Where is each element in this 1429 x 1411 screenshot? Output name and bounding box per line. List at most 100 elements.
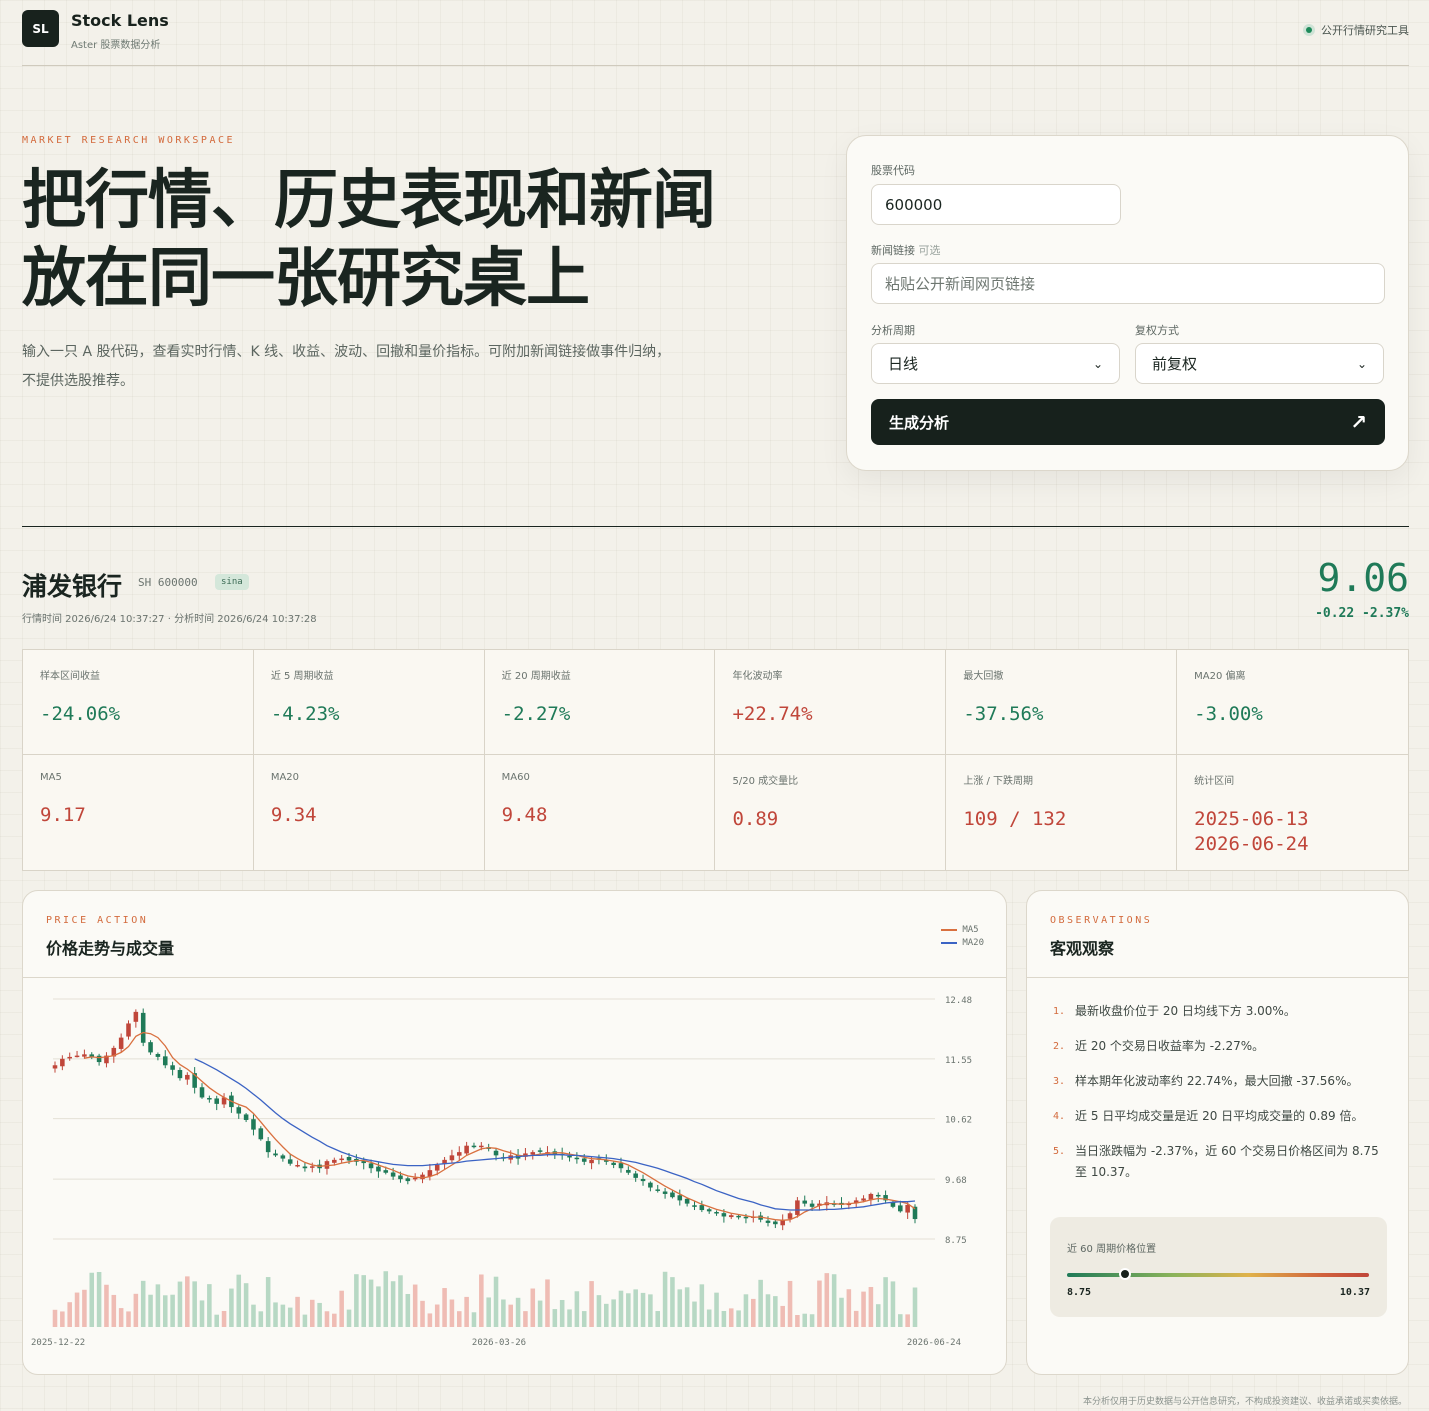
generate-analysis-button[interactable]: 生成分析 ↗ [871,399,1385,445]
y-tick-label: 9.68 [945,1176,967,1186]
volume-bar [442,1288,447,1327]
candle-body [589,1159,594,1164]
metric-label: 上涨 / 下跌周期 [963,776,1034,787]
metric-cell: 年化波动率 +22.74% [715,650,947,755]
volume-bar [596,1295,602,1327]
volume-bar [868,1286,874,1327]
candle-body [861,1198,866,1201]
chevron-down-icon: ⌄ [1092,356,1103,371]
period-label: 分析周期 [871,324,915,337]
metric-label: 最大回撤 [963,671,1004,682]
metric-value-text: 0.89 [732,808,779,830]
candle-body [214,1098,219,1104]
volume-bar [464,1296,469,1327]
period-select[interactable]: 日线 ⌄ [871,343,1120,384]
volume-bar [853,1310,859,1327]
metric-label: 样本区间收益 [40,671,100,682]
y-tick-label: 10.62 [945,1116,972,1126]
list-item-text: 近 20 个交易日收益率为 -2.27%。 [1075,1039,1265,1053]
x-tick-label: 2025-12-22 [31,1338,85,1348]
price-volume-chart[interactable]: 12.48 11.55 10.62 9.68 8.75 2025-12-22 2026-03… [23,979,1007,1375]
chart-header-separator [23,977,1006,978]
hero-title-line-1: 把行情、历史表现和新闻 [22,164,716,238]
legend-ma5: MA5 [941,923,984,936]
list-item-text: 样本期年化波动率约 22.74%，最大回撤 -37.56%。 [1075,1074,1359,1088]
volume-bar [449,1299,455,1327]
metric-label: MA5 [40,772,62,783]
candle-body [655,1189,661,1191]
hero-title-line-2: 放在同一张研究桌上 [22,242,590,316]
x-tick-label: 2026-03-26 [472,1338,526,1348]
volume-bar [633,1289,638,1327]
volume-bar [508,1304,514,1327]
list-item: 4. 近 5 日平均成交量是近 20 日平均成交量的 0.89 倍。 [1053,1106,1393,1127]
volume-bar [295,1296,300,1327]
volume-bar [743,1294,749,1327]
legend-ma20-label: MA20 [962,937,984,948]
data-source-badge: sina [215,574,249,590]
candle-body [537,1150,543,1152]
candle-body [648,1182,653,1188]
volume-bar [846,1289,852,1327]
candle-body [74,1055,80,1058]
volume-bar [456,1311,462,1327]
metric-cell: 近 5 周期收益 -4.23% [253,650,485,755]
candle-body [802,1200,808,1204]
volume-bar [368,1279,374,1327]
hero-eyebrow: MARKET RESEARCH WORKSPACE [22,135,236,146]
volume-bar [89,1272,95,1327]
candle-body [273,1153,278,1156]
quote-time: 行情时间 2026/6/24 10:37:27 · 分析时间 2026/6/24… [22,614,317,625]
list-item: 2. 近 20 个交易日收益率为 -2.27%。 [1053,1036,1393,1057]
volume-bar [721,1310,727,1327]
ma20-line [194,1058,916,1211]
volume-bar [640,1292,646,1327]
volume-bar [883,1277,888,1327]
metric-value-text: 9.34 [270,804,317,826]
observations-list: 1. 最新收盘价位于 20 日均线下方 3.00%。 2. 近 20 个交易日收益率… [1053,1001,1393,1197]
candle-body [493,1150,499,1156]
status-badge-label: 公开行情研究工具 [1321,24,1409,37]
candle-body [728,1215,734,1218]
volume-bar [611,1299,616,1327]
candle-body [199,1087,205,1098]
status-badge: 公开行情研究工具 [1303,22,1409,38]
volume-bar [787,1280,793,1327]
logo[interactable]: SL [22,10,59,47]
legend-ma20-swatch [941,941,958,944]
candle-body [795,1200,800,1215]
candle-body [706,1209,712,1212]
volume-bar [604,1303,609,1327]
volume-bar [751,1298,756,1327]
volume-bar [177,1281,183,1327]
candle-body [376,1166,381,1172]
stock-code-label: 股票代码 [871,164,915,177]
volume-bar [581,1311,587,1327]
range-min: 8.75 [1067,1287,1092,1298]
candle-body [287,1159,293,1164]
candle-body [479,1145,484,1148]
metric-value: 109 / 132 [963,807,1159,832]
candle-body [787,1213,793,1219]
stock-code-input[interactable]: 600000 [871,184,1121,225]
candle-body [736,1215,741,1218]
news-link-input[interactable]: 粘贴公开新闻网页链接 [871,263,1385,304]
metric-value-text: 109 / 132 [963,808,1067,830]
volume-bar [618,1290,624,1327]
candle-body [177,1070,183,1079]
metric-cell: 5/20 成交量比 0.89 [715,755,947,871]
volume-bar [552,1309,558,1327]
volume-bar [376,1286,381,1327]
adjust-select[interactable]: 前复权 ⌄ [1135,343,1384,384]
candle-body [684,1198,690,1204]
volume-bar [523,1311,528,1327]
volume-bar [420,1300,425,1327]
volume-bar [728,1308,734,1327]
metric-value: 0.89 [732,807,928,832]
candle-body [405,1178,411,1182]
volume-bar [912,1287,918,1327]
metric-value-text: -4.23% [270,703,340,725]
metric-cell: MA20 9.34 [254,755,485,871]
candle-body [96,1055,102,1063]
observations-card: OBSERVATIONS 客观观察 1. 最新收盘价位于 20 日均线下方 3.0… [1026,890,1409,1375]
